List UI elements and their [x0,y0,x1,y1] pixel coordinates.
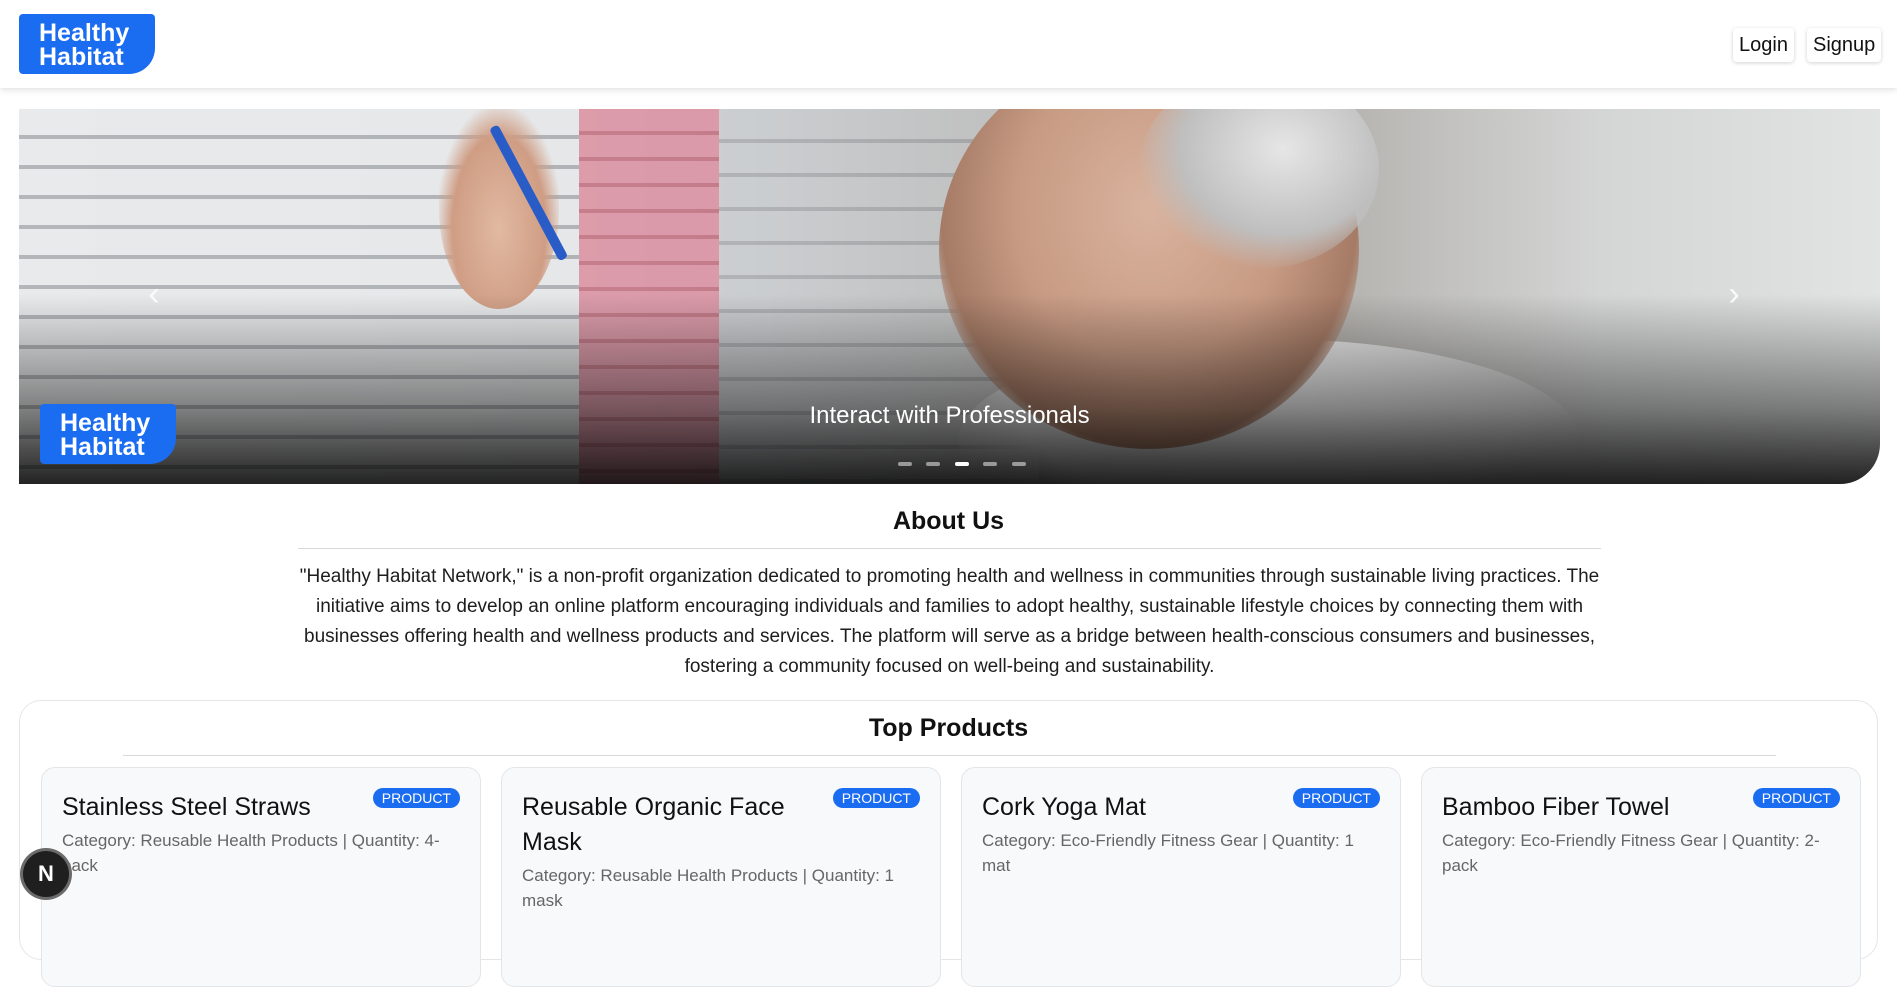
products-divider [123,755,1776,756]
product-card[interactable]: Bamboo Fiber Towel PRODUCT Category: Eco… [1421,767,1861,987]
product-badge: PRODUCT [832,788,920,808]
product-card[interactable]: Cork Yoga Mat PRODUCT Category: Eco-Frie… [961,767,1401,987]
about-text: "Healthy Habitat Network," is a non-prof… [299,566,1600,677]
hero-carousel: ‹ › Healthy Habitat Interact with Profes… [19,109,1880,484]
product-card[interactable]: Reusable Organic Face Mask PRODUCT Categ… [501,767,941,987]
product-badge: PRODUCT [372,788,460,808]
product-badge: PRODUCT [1752,788,1840,808]
site-header: Healthy Habitat Login Signup [0,0,1897,88]
carousel-indicators [893,453,1031,471]
nextjs-badge-button[interactable]: N [23,851,69,897]
product-name: Bamboo Fiber Towel [1442,793,1670,821]
logo[interactable]: Healthy Habitat [19,14,155,74]
product-name: Cork Yoga Mat [982,793,1146,821]
chevron-left-icon[interactable]: ‹ [139,274,169,314]
signup-button[interactable]: Signup [1807,28,1882,62]
chevron-right-icon[interactable]: › [1719,274,1749,314]
product-meta: Category: Eco-Friendly Fitness Gear | Qu… [1442,831,1820,875]
carousel-dot-4[interactable] [983,462,998,466]
about-divider [298,548,1601,549]
product-badge: PRODUCT [1292,788,1380,808]
carousel-dot-2[interactable] [926,462,941,466]
carousel-dot-1[interactable] [898,462,912,466]
login-button[interactable]: Login [1733,28,1794,62]
product-meta: Category: Eco-Friendly Fitness Gear | Qu… [982,831,1354,875]
product-meta: Category: Reusable Health Products | Qua… [522,866,894,910]
carousel-dot-3[interactable] [954,462,969,466]
product-name: Reusable Organic Face Mask [522,793,785,856]
logo-line2: Habitat [39,43,124,71]
hero-logo-line2: Habitat [60,433,145,461]
about-title: About Us [892,507,1005,535]
top-products-section: Top Products Stainless Steel Straws PROD… [19,700,1878,987]
product-card[interactable]: Stainless Steel Straws PRODUCT Category:… [41,767,481,987]
product-meta: Category: Reusable Health Products | Qua… [62,831,440,875]
products-title: Top Products [868,714,1029,742]
logo-line1: Healthy [39,19,130,47]
product-name: Stainless Steel Straws [62,793,311,821]
carousel-dot-5[interactable] [1011,462,1026,466]
hero-caption: Interact with Professionals [809,402,1090,429]
